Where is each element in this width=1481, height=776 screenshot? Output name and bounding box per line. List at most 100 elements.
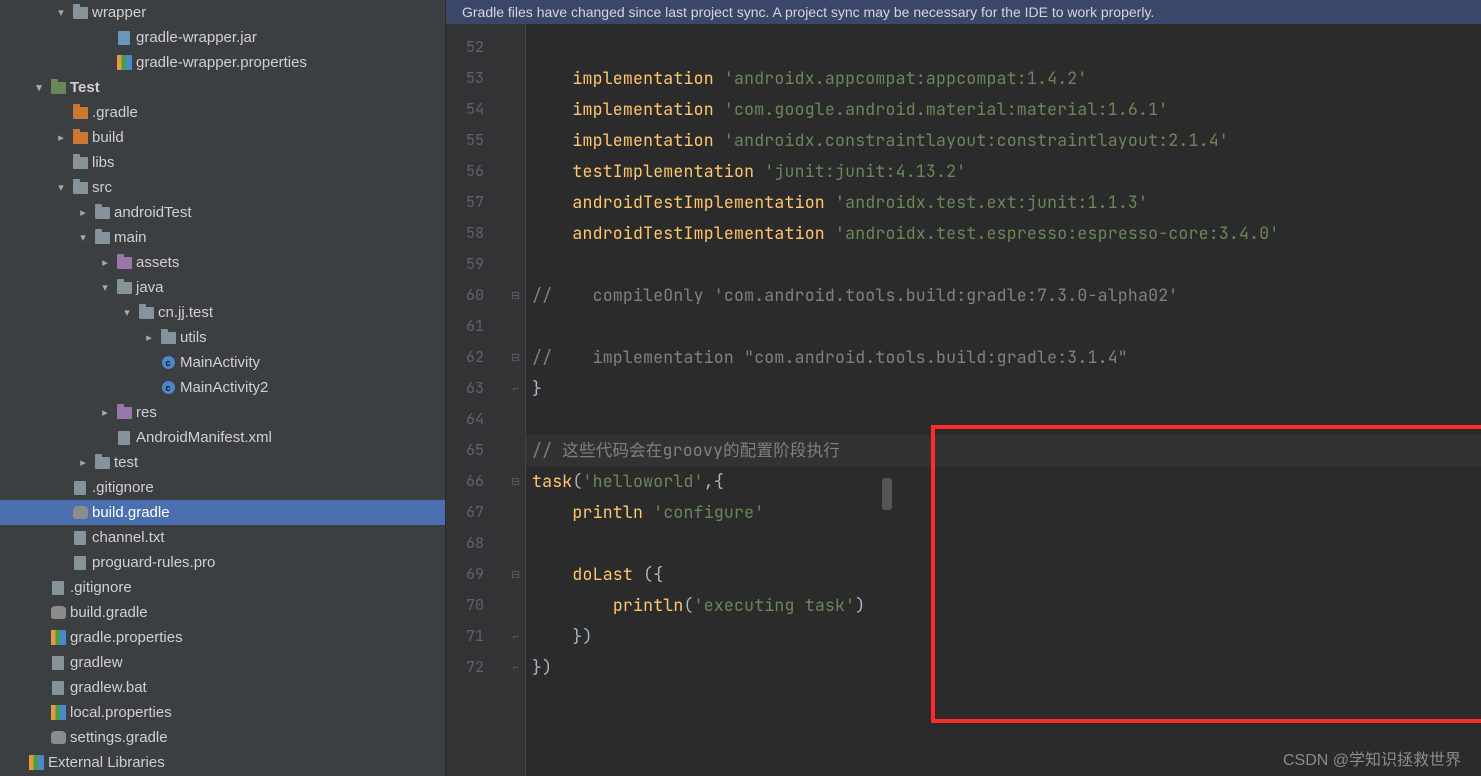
line-number: 65 — [446, 435, 506, 466]
fold-marker[interactable]: ⌐ — [506, 652, 525, 683]
caret-icon[interactable]: ▸ — [74, 456, 92, 469]
tree-item[interactable]: ▸res — [0, 400, 445, 425]
fold-marker — [506, 63, 525, 94]
tree-item[interactable]: ▸local.properties — [0, 700, 445, 725]
code-area[interactable]: 5253545556575859606162636465666768697071… — [446, 24, 1481, 776]
tree-item[interactable]: ▸build.gradle — [0, 600, 445, 625]
tree-item[interactable]: ▾main — [0, 225, 445, 250]
fold-column[interactable]: ⊟⊟⌐⊟⊟⌐⌐ — [506, 24, 526, 776]
tree-item[interactable]: ▾src — [0, 175, 445, 200]
code-line[interactable] — [526, 311, 1481, 342]
code-line[interactable] — [526, 249, 1481, 280]
fold-marker[interactable]: ⊟ — [506, 559, 525, 590]
tree-item[interactable]: ▸gradlew — [0, 650, 445, 675]
tree-item[interactable]: ▾ java — [0, 275, 445, 300]
fold-marker[interactable]: ⊟ — [506, 342, 525, 373]
caret-icon[interactable]: ▸ — [140, 331, 158, 344]
code-line[interactable]: // 这些代码会在groovy的配置阶段执行 — [526, 435, 1481, 466]
tree-item[interactable]: ▸libs — [0, 150, 445, 175]
tree-item[interactable]: ▸androidTest — [0, 200, 445, 225]
code-line[interactable]: task('helloworld',{ — [526, 466, 1481, 497]
tree-item[interactable]: ▸gradle.properties — [0, 625, 445, 650]
tree-item[interactable]: ▸gradlew.bat — [0, 675, 445, 700]
tree-item[interactable]: ▸cMainActivity2 — [0, 375, 445, 400]
caret-icon[interactable]: ▾ — [52, 181, 70, 194]
tree-item-label: MainActivity2 — [178, 379, 268, 396]
code-line[interactable]: // implementation "com.android.tools.bui… — [526, 342, 1481, 373]
caret-icon[interactable]: ▾ — [52, 6, 70, 19]
tree-item[interactable]: ▸build.gradle — [0, 500, 445, 525]
code-line[interactable]: implementation 'androidx.constraintlayou… — [526, 125, 1481, 156]
code-line[interactable]: doLast ({ — [526, 559, 1481, 590]
tree-item[interactable]: ▸utils — [0, 325, 445, 350]
libs-icon — [114, 55, 134, 70]
tree-item-label: settings.gradle — [68, 729, 168, 746]
tree-item[interactable]: ▸.gitignore — [0, 475, 445, 500]
caret-icon[interactable]: ▸ — [96, 406, 114, 419]
code-line[interactable]: println 'configure' — [526, 497, 1481, 528]
tree-item[interactable]: ▸proguard-rules.pro — [0, 550, 445, 575]
tree-item[interactable]: ▸.gradle — [0, 100, 445, 125]
caret-icon[interactable]: ▾ — [30, 81, 48, 94]
file-java-icon — [114, 31, 134, 45]
fold-marker[interactable]: ⊟ — [506, 466, 525, 497]
folder-mod-icon — [70, 132, 90, 144]
code-body[interactable]: implementation 'androidx.appcompat:appco… — [526, 24, 1481, 776]
code-line[interactable]: }) — [526, 652, 1481, 683]
caret-icon[interactable]: ▸ — [52, 131, 70, 144]
line-number: 70 — [446, 590, 506, 621]
caret-icon[interactable]: ▾ — [74, 231, 92, 244]
code-line[interactable]: println('executing task') — [526, 590, 1481, 621]
caret-icon[interactable]: ▾ — [96, 281, 114, 294]
project-tree[interactable]: ▾wrapper▸gradle-wrapper.jar▸gradle-wrapp… — [0, 0, 446, 776]
folder-icon — [70, 157, 90, 169]
code-line[interactable]: } — [526, 373, 1481, 404]
caret-icon[interactable]: ▾ — [118, 306, 136, 319]
fold-marker[interactable]: ⌐ — [506, 373, 525, 404]
file-icon — [70, 531, 90, 545]
fold-marker[interactable]: ⌐ — [506, 621, 525, 652]
caret-icon[interactable]: ▸ — [96, 256, 114, 269]
elephant-icon — [70, 506, 90, 519]
tree-item[interactable]: ▾cn.jj.test — [0, 300, 445, 325]
code-line[interactable]: // compileOnly 'com.android.tools.build:… — [526, 280, 1481, 311]
code-line[interactable]: implementation 'androidx.appcompat:appco… — [526, 63, 1481, 94]
tree-item[interactable]: ▸test — [0, 450, 445, 475]
code-line[interactable] — [526, 404, 1481, 435]
tree-item[interactable]: ▾wrapper — [0, 0, 445, 25]
tree-item[interactable]: ▸gradle-wrapper.jar — [0, 25, 445, 50]
tree-item-label: gradlew.bat — [68, 679, 147, 696]
tree-item[interactable]: ▸build — [0, 125, 445, 150]
tree-item[interactable]: ▸AndroidManifest.xml — [0, 425, 445, 450]
tree-item[interactable]: ▸cMainActivity — [0, 350, 445, 375]
tree-item-label: proguard-rules.pro — [90, 554, 215, 571]
line-number: 63 — [446, 373, 506, 404]
tree-item[interactable]: ▾ Test — [0, 75, 445, 100]
code-line[interactable]: androidTestImplementation 'androidx.test… — [526, 187, 1481, 218]
tree-item-label: Test — [68, 79, 100, 96]
tree-item-label: MainActivity — [178, 354, 260, 371]
code-line[interactable]: }) — [526, 621, 1481, 652]
caret-icon[interactable]: ▸ — [74, 206, 92, 219]
fold-marker[interactable]: ⊟ — [506, 280, 525, 311]
code-line[interactable]: androidTestImplementation 'androidx.test… — [526, 218, 1481, 249]
code-line[interactable] — [526, 32, 1481, 63]
line-number: 58 — [446, 218, 506, 249]
tree-item-label: java — [134, 279, 164, 296]
code-line[interactable]: implementation 'com.google.android.mater… — [526, 94, 1481, 125]
tree-item[interactable]: ▸gradle-wrapper.properties — [0, 50, 445, 75]
tree-item[interactable]: ▸assets — [0, 250, 445, 275]
code-line[interactable] — [526, 528, 1481, 559]
tree-item[interactable]: ▸channel.txt — [0, 525, 445, 550]
tree-item[interactable]: ▸.gitignore — [0, 575, 445, 600]
code-line[interactable]: testImplementation 'junit:junit:4.13.2' — [526, 156, 1481, 187]
libs-icon — [48, 705, 68, 720]
scrollbar-thumb[interactable] — [882, 478, 892, 510]
tree-item[interactable]: ▸External Libraries — [0, 750, 445, 775]
line-number: 59 — [446, 249, 506, 280]
tree-item-label: gradle.properties — [68, 629, 183, 646]
sync-notice-bar[interactable]: Gradle files have changed since last pro… — [446, 0, 1481, 24]
file-icon — [114, 431, 134, 445]
tree-item[interactable]: ▸settings.gradle — [0, 725, 445, 750]
line-gutter: 5253545556575859606162636465666768697071… — [446, 24, 506, 776]
